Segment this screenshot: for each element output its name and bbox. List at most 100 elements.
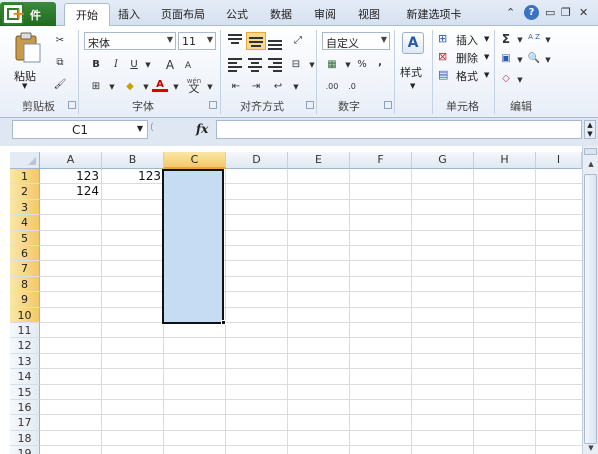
find-dropdown-icon[interactable]: ▼ [540,53,556,67]
column-header-h[interactable]: H [474,152,536,169]
underline-dropdown-icon[interactable]: ▼ [140,58,156,72]
tab-review[interactable]: 审阅 [308,6,342,26]
column-header-b[interactable]: B [102,152,164,169]
font-color-button[interactable]: A [152,78,168,92]
clipboard-launcher-icon[interactable] [68,101,76,109]
row-header-4[interactable]: 4 [10,215,40,231]
formula-bar-splitter-icon[interactable]: ( [150,122,154,133]
grow-font-button[interactable]: A [162,58,178,72]
wrap-text-icon[interactable]: ↩ [270,80,286,94]
help-icon[interactable]: ? [524,5,539,20]
select-all-button[interactable] [10,152,40,169]
selected-range[interactable] [162,169,224,324]
number-format-select[interactable]: 自定义 ▼ [322,32,390,50]
insert-cells-button[interactable]: ⊞ 插入 ▼ [438,32,490,48]
tab-view[interactable]: 视图 [352,6,386,26]
cut-icon[interactable]: ✂ [52,34,68,48]
tab-new-tab[interactable]: 新建选项卡 [398,6,470,26]
cell-b1[interactable]: 123 [102,169,164,184]
row-header-9[interactable]: 9 [10,292,40,308]
tab-home[interactable]: 开始 [64,3,110,27]
window-restore-icon[interactable]: ❐ [561,6,571,19]
align-left-icon[interactable] [228,58,244,72]
scrollbar-thumb[interactable] [584,174,597,444]
column-header-f[interactable]: F [350,152,412,169]
column-header-a[interactable]: A [40,152,102,169]
insert-dropdown-icon[interactable]: ▼ [484,35,489,43]
row-header-6[interactable]: 6 [10,246,40,262]
expand-formula-bar-icon[interactable]: ▲ ▼ [584,120,596,139]
tab-data[interactable]: 数据 [264,6,298,26]
styles-button[interactable]: A 样式 ▼ [400,32,428,94]
increase-decimal-button[interactable]: .00 [324,80,340,94]
borders-dropdown-icon[interactable]: ▼ [104,80,120,94]
phonetic-dropdown-icon[interactable]: ▼ [202,80,218,94]
split-box[interactable] [584,148,597,155]
row-header-19[interactable]: 19 [10,446,40,454]
wrap-dropdown-icon[interactable]: ▼ [288,80,304,94]
comma-button[interactable]: , [372,56,388,70]
delete-cells-button[interactable]: ⊠ 删除 ▼ [438,50,490,66]
column-header-g[interactable]: G [412,152,474,169]
scroll-down-icon[interactable]: ▼ [585,444,597,452]
row-header-3[interactable]: 3 [10,199,40,216]
row-header-18[interactable]: 18 [10,430,40,447]
shrink-font-button[interactable]: A [180,59,196,73]
scroll-up-icon[interactable]: ▲ [585,160,597,168]
align-right-icon[interactable] [268,58,284,72]
align-middle-button[interactable] [246,32,266,50]
clear-dropdown-icon[interactable]: ▼ [512,73,528,87]
font-name-select[interactable]: 宋体 ▼ [84,32,176,50]
merge-center-icon[interactable]: ⊟ [288,58,304,72]
format-cells-button[interactable]: ▤ 格式 ▼ [438,68,490,84]
italic-button[interactable]: I [108,58,124,72]
row-header-8[interactable]: 8 [10,276,40,293]
row-header-14[interactable]: 14 [10,369,40,385]
row-header-11[interactable]: 11 [10,323,40,339]
vertical-scrollbar[interactable]: ▲ ▼ [582,146,598,454]
bold-button[interactable]: B [88,58,104,72]
row-header-2[interactable]: 2 [10,184,40,200]
column-header-c[interactable]: C [164,152,226,169]
format-dropdown-icon[interactable]: ▼ [484,71,489,79]
minimize-ribbon-icon[interactable]: ⌃ [506,6,515,19]
delete-dropdown-icon[interactable]: ▼ [484,53,489,61]
name-box[interactable]: C1 ▼ [12,120,148,139]
column-header-d[interactable]: D [226,152,288,169]
styles-dropdown-icon[interactable]: ▼ [410,82,415,90]
orientation-icon[interactable]: ⤢ [290,34,306,48]
row-header-10[interactable]: 10 [10,307,40,323]
tab-page-layout[interactable]: 页面布局 [154,6,212,26]
decrease-indent-icon[interactable]: ⇤ [228,80,244,94]
align-center-icon[interactable] [248,58,264,72]
column-header-e[interactable]: E [288,152,350,169]
row-header-15[interactable]: 15 [10,384,40,400]
window-close-icon[interactable]: ✕ [579,6,588,19]
decrease-decimal-icon[interactable]: .0 [344,80,360,94]
window-minimize-icon[interactable]: ▭ [545,6,555,19]
paste-button[interactable]: 粘贴 ▼ [8,30,46,94]
fill-color-icon[interactable]: ◆ [122,80,138,94]
copy-icon[interactable]: ⧉ [52,56,68,70]
font-color-dropdown-icon[interactable]: ▼ [168,80,184,94]
number-launcher-icon[interactable] [384,101,392,109]
sort-dropdown-icon[interactable]: ▼ [540,33,556,47]
borders-icon[interactable]: ⊞ [88,80,104,94]
row-header-12[interactable]: 12 [10,338,40,354]
align-top-icon[interactable] [228,34,244,48]
increase-indent-icon[interactable]: ⇥ [248,80,264,94]
cell-a1[interactable]: 123 [40,169,102,184]
tab-formulas[interactable]: 公式 [220,6,254,26]
row-header-17[interactable]: 17 [10,415,40,431]
percent-button[interactable]: % [354,58,370,72]
format-painter-icon[interactable]: 🖌 [52,78,68,92]
currency-icon[interactable]: ▦ [324,58,340,72]
align-bottom-icon[interactable] [268,36,284,50]
row-header-7[interactable]: 7 [10,261,40,277]
row-header-13[interactable]: 13 [10,353,40,370]
insert-function-button[interactable]: fx [196,122,208,136]
alignment-launcher-icon[interactable] [306,101,314,109]
font-size-select[interactable]: 11 ▼ [178,32,216,50]
row-header-16[interactable]: 16 [10,400,40,416]
paste-dropdown-icon[interactable]: ▼ [22,82,27,90]
